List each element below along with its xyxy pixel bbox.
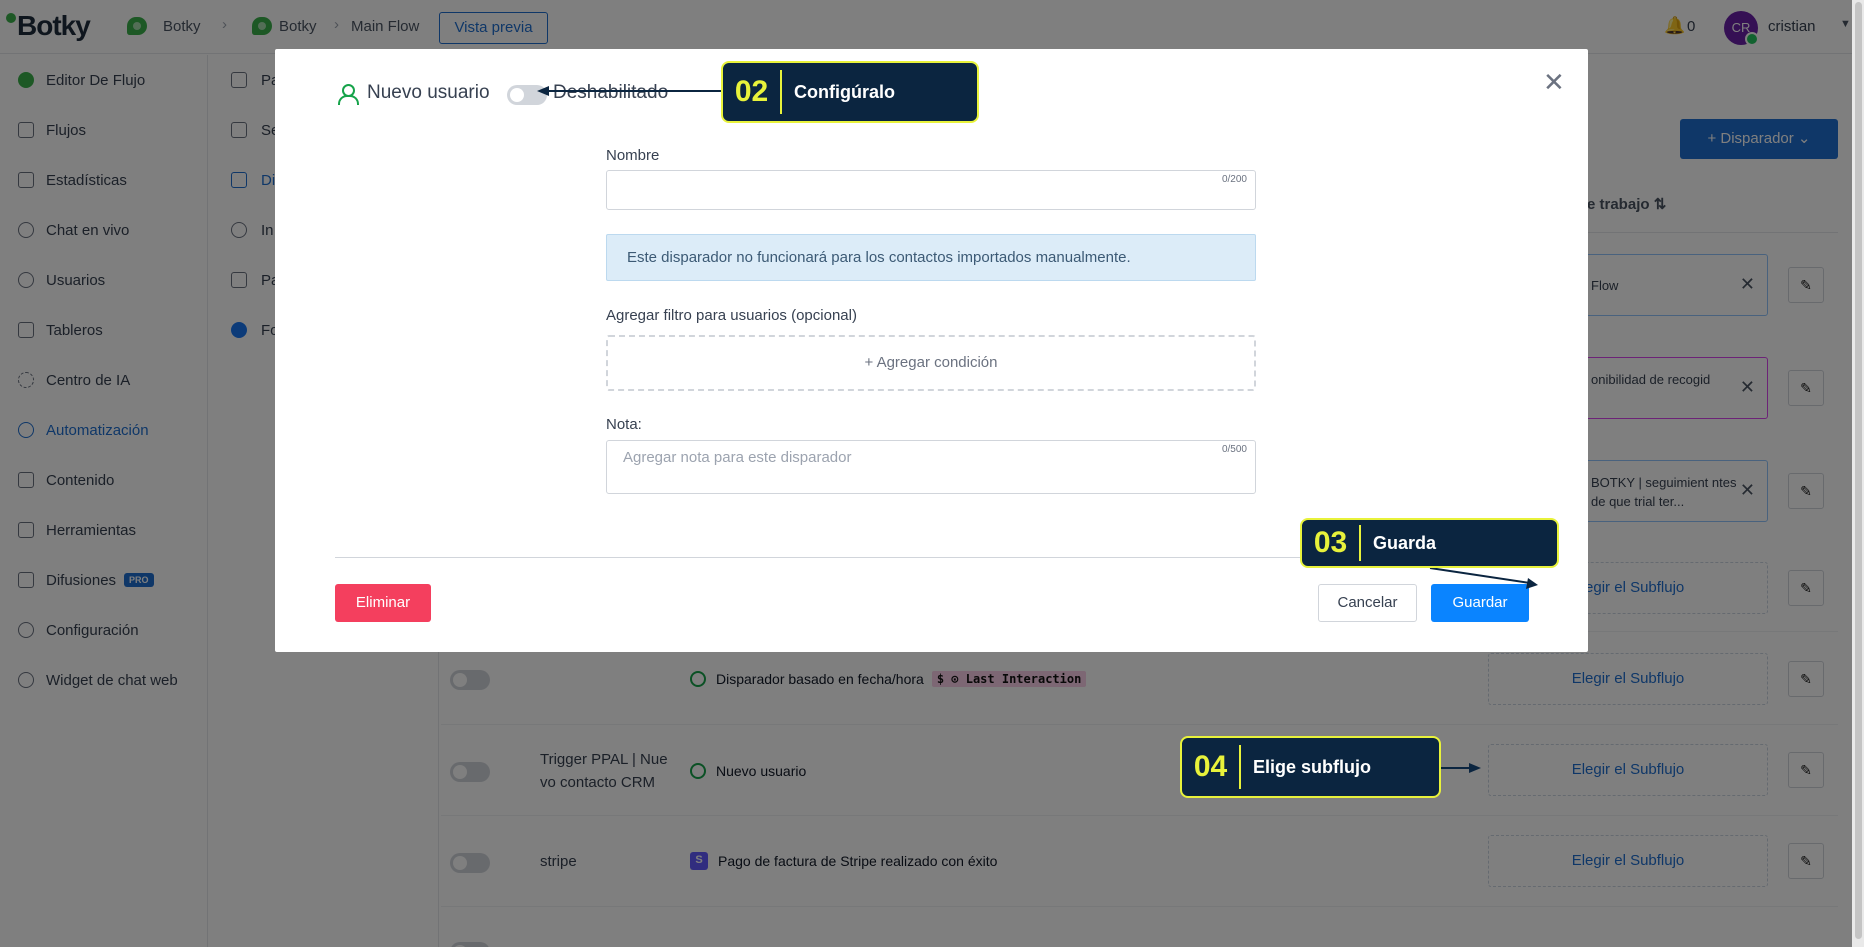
- callout-02: 02 Configúralo: [721, 61, 979, 123]
- callout-text: Configúralo: [794, 81, 895, 102]
- arrowhead-04: [1469, 763, 1481, 773]
- callout-number: 04: [1182, 745, 1241, 789]
- callout-04: 04 Elige subflujo: [1180, 736, 1441, 798]
- callout-number: 03: [1302, 525, 1361, 561]
- callout-number: 02: [723, 70, 782, 114]
- callout-text: Guarda: [1373, 532, 1437, 553]
- arrowhead-03: [1526, 578, 1538, 589]
- arrowhead-02: [537, 86, 549, 96]
- callout-arrows: [537, 86, 1538, 773]
- callout-text: Elige subflujo: [1253, 756, 1372, 777]
- arrow-03: [1429, 567, 1531, 584]
- callout-03: 03 Guarda: [1300, 518, 1559, 568]
